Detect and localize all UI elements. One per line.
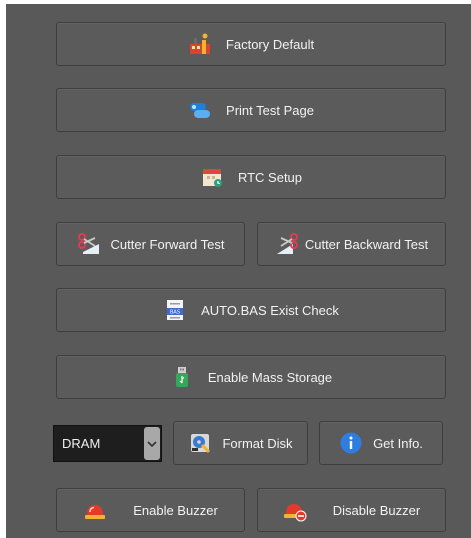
enable-buzzer-label: Enable Buzzer [133,502,218,518]
autobas-exist-check-label: AUTO.BAS Exist Check [201,302,339,318]
print-test-page-button[interactable]: Print Test Page [56,88,446,132]
usb-drive-icon [170,365,194,389]
rtc-setup-button[interactable]: RTC Setup [56,155,446,199]
enable-mass-storage-label: Enable Mass Storage [207,369,333,385]
cutter-forward-test-label: Cutter Forward Test [110,236,225,252]
bas-file-icon: BAS [163,298,187,322]
disable-buzzer-button[interactable]: Disable Buzzer [257,488,446,532]
format-disk-label: Format Disk [222,435,293,451]
enable-mass-storage-button[interactable]: Enable Mass Storage [56,355,446,399]
printer-icon [188,98,212,122]
autobas-exist-check-button[interactable]: BAS AUTO.BAS Exist Check [56,288,446,332]
scissors-icon [275,232,299,256]
cutter-backward-test-label: Cutter Backward Test [304,236,429,252]
alarm-icon [83,498,107,522]
get-info-label: Get Info. [373,435,423,451]
disable-buzzer-label: Disable Buzzer [332,502,421,518]
factory-icon [188,32,212,56]
enable-buzzer-button[interactable]: Enable Buzzer [56,488,245,532]
memory-type-value: DRAM [62,436,101,451]
format-disk-icon [188,431,212,455]
factory-default-label: Factory Default [225,36,315,52]
rtc-setup-label: RTC Setup [237,169,303,185]
print-test-page-label: Print Test Page [226,102,314,118]
cutter-forward-test-button[interactable]: Cutter Forward Test [56,222,245,266]
alarm-off-icon [283,498,307,522]
chevron-down-icon[interactable] [144,427,160,460]
memory-type-select[interactable]: DRAM [53,425,162,462]
scissors-icon [77,232,101,256]
cutter-backward-test-button[interactable]: Cutter Backward Test [257,222,446,266]
svg-text:BAS: BAS [170,310,180,316]
format-disk-button[interactable]: Format Disk [173,421,308,465]
get-info-button[interactable]: Get Info. [319,421,443,465]
calendar-clock-icon [200,165,224,189]
info-icon [339,431,363,455]
factory-default-button[interactable]: Factory Default [56,22,446,66]
